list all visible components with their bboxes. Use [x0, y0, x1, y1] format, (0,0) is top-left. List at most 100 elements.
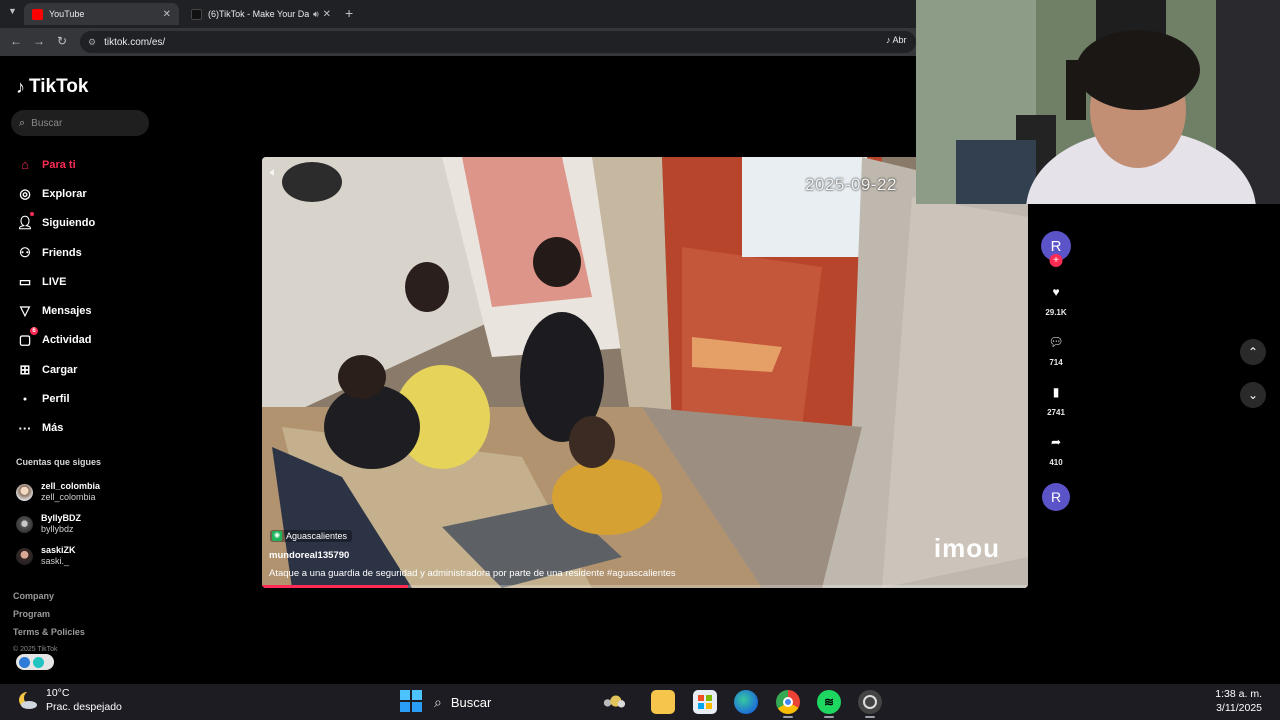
- store-icon[interactable]: [693, 690, 717, 714]
- footer-link-terms[interactable]: Terms & Policies: [13, 625, 85, 643]
- sidebar-item-label: Cargar: [42, 363, 78, 376]
- comment-action[interactable]: 💬︎ 714: [1040, 331, 1072, 367]
- weather-condition: Prac. despejado: [46, 701, 122, 713]
- sidebar-item-mas[interactable]: ··· Más: [16, 414, 156, 443]
- account-handle: saski._: [41, 556, 70, 566]
- volume-icon[interactable]: 🔈︎: [270, 165, 277, 180]
- follow-plus-icon[interactable]: +: [1049, 254, 1063, 267]
- open-in-app-button[interactable]: ♪ Abr: [886, 35, 907, 45]
- get-app-toggle[interactable]: [16, 654, 54, 670]
- clock-time: 1:38 a. m.: [1215, 688, 1262, 700]
- chrome-icon[interactable]: [776, 690, 800, 714]
- widgets-icon[interactable]: [602, 690, 626, 714]
- sidebar-item-explorar[interactable]: ◎ Explorar: [16, 179, 156, 208]
- search-icon: ⌕: [19, 116, 26, 129]
- taskbar-search-label: Buscar: [450, 694, 492, 710]
- camera-timestamp: 2025-09-22: [805, 175, 897, 194]
- sidebar-item-label: Explorar: [42, 187, 87, 200]
- heart-icon[interactable]: ♥: [1045, 281, 1067, 303]
- site-info-icon[interactable]: ⚙: [88, 37, 96, 48]
- home-icon: ⌂: [21, 157, 29, 173]
- close-tab-icon[interactable]: ✕: [163, 9, 171, 20]
- search-box[interactable]: ⌕: [11, 110, 149, 136]
- tab-tiktok[interactable]: (6)TikTok - Make Your Day 🔊︎ ✕: [183, 3, 339, 25]
- back-arrow-icon[interactable]: ←: [10, 34, 22, 48]
- sidebar-item-label: Perfil: [42, 393, 70, 406]
- sidebar-item-live[interactable]: ▭ LIVE: [16, 267, 156, 296]
- search-icon: ⌕: [434, 693, 442, 710]
- tab-title: YouTube: [49, 9, 85, 19]
- followed-account[interactable]: ByllyBDZ byllybdz: [16, 508, 156, 540]
- footer-link-program[interactable]: Program: [13, 607, 85, 625]
- share-count: 410: [1049, 458, 1063, 467]
- followed-account[interactable]: zell_colombia zell_colombia: [16, 476, 156, 508]
- location-tag[interactable]: ◉ Aguascalientes: [270, 530, 353, 542]
- comment-icon[interactable]: 💬︎: [1045, 331, 1067, 353]
- share-action[interactable]: ➦ 410: [1040, 431, 1072, 467]
- close-tab-icon[interactable]: ✕: [323, 9, 331, 20]
- obs-ring-icon: [863, 695, 877, 709]
- mobile-app-icon: [33, 656, 44, 668]
- messages-icon: ▽: [20, 303, 30, 319]
- account-name: zell_colombia: [41, 481, 101, 491]
- sidebar-item-mensajes[interactable]: ▽ Mensajes: [16, 296, 156, 325]
- sidebar-item-cargar[interactable]: ⊞ Cargar: [16, 355, 156, 384]
- webcam-overlay: [916, 0, 1280, 204]
- video-player[interactable]: 🔈︎ 2025-09-22 imou ◉ Aguascalientes mund…: [262, 157, 1028, 588]
- new-tab-plus-icon[interactable]: +: [345, 5, 353, 21]
- sidebar-item-friends[interactable]: ⚇ Friends: [16, 238, 156, 267]
- save-action[interactable]: ▮ 2741: [1040, 381, 1072, 417]
- chrome-center-icon: [783, 697, 793, 707]
- webcam-feed: [916, 0, 1280, 204]
- taskbar-search[interactable]: ⌕ Buscar: [434, 688, 491, 716]
- location-label: Aguascalientes: [286, 531, 348, 541]
- weather-widget[interactable]: 10°C Prac. despejado: [16, 686, 122, 714]
- partly-clear-moon-icon: [16, 689, 38, 711]
- search-input[interactable]: [31, 117, 132, 129]
- following-icon: 👤︎: [16, 212, 34, 231]
- location-pin-icon: ◉: [272, 531, 282, 541]
- profile-icon: ●: [22, 395, 28, 403]
- tab-youtube[interactable]: YouTube ✕: [24, 3, 179, 25]
- system-clock[interactable]: 1:38 a. m. 3/11/2025: [1215, 687, 1262, 715]
- sidebar-item-para-ti[interactable]: ⌂ Para ti: [16, 150, 156, 179]
- previous-video-button[interactable]: ⌃: [1240, 339, 1266, 365]
- video-author[interactable]: mundoreal135790: [269, 550, 349, 561]
- more-icon: ···: [18, 420, 32, 436]
- account-handle: zell_colombia: [41, 492, 96, 502]
- account-handle: byllybdz: [41, 524, 74, 534]
- spotify-active-indicator: [824, 716, 834, 718]
- obs-icon[interactable]: [858, 690, 882, 714]
- friends-icon: ⚇: [19, 244, 31, 260]
- weather-temperature: 10°C: [46, 687, 70, 699]
- clock-date: 3/11/2025: [1216, 702, 1262, 714]
- upload-icon: ⊞: [19, 361, 31, 377]
- chevron-up-icon: ⌃: [1247, 345, 1259, 359]
- reload-icon[interactable]: ↻: [57, 34, 67, 48]
- like-action[interactable]: ♥ 29.1K: [1040, 281, 1072, 317]
- obs-active-indicator: [865, 716, 875, 718]
- edge-icon[interactable]: [734, 690, 758, 714]
- creator-avatar[interactable]: R +: [1041, 231, 1071, 267]
- sidebar-item-siguiendo[interactable]: 👤︎ Siguiendo: [16, 209, 156, 238]
- sidebar-item-label: Para ti: [42, 158, 76, 171]
- start-windows-icon[interactable]: [399, 689, 423, 713]
- share-icon[interactable]: ➦: [1045, 431, 1067, 453]
- forward-arrow-icon[interactable]: →: [33, 34, 45, 48]
- sidebar-item-perfil[interactable]: ● Perfil: [16, 384, 156, 413]
- bookmark-icon[interactable]: ▮: [1045, 381, 1067, 403]
- spotify-icon[interactable]: ≋: [817, 690, 841, 714]
- address-bar[interactable]: ⚙ tiktok.com/es/: [80, 31, 916, 53]
- tab-search-chevron-icon[interactable]: ▼: [8, 6, 17, 16]
- video-progress-bar[interactable]: [262, 585, 1028, 588]
- file-explorer-icon[interactable]: [651, 690, 675, 714]
- footer-link-company[interactable]: Company: [13, 589, 85, 607]
- music-disc-avatar[interactable]: R: [1042, 483, 1070, 511]
- tab-audio-icon[interactable]: 🔊︎: [313, 9, 319, 20]
- tiktok-logo[interactable]: ♪ TikTok: [16, 76, 88, 98]
- avatar: [16, 483, 33, 501]
- followed-account[interactable]: saskiZK saski._: [16, 540, 156, 572]
- sidebar-item-actividad[interactable]: ▢ 6 Actividad: [16, 326, 156, 355]
- following-list: zell_colombia zell_colombia ByllyBDZ bylly…: [16, 476, 156, 572]
- next-video-button[interactable]: ⌄: [1240, 382, 1266, 408]
